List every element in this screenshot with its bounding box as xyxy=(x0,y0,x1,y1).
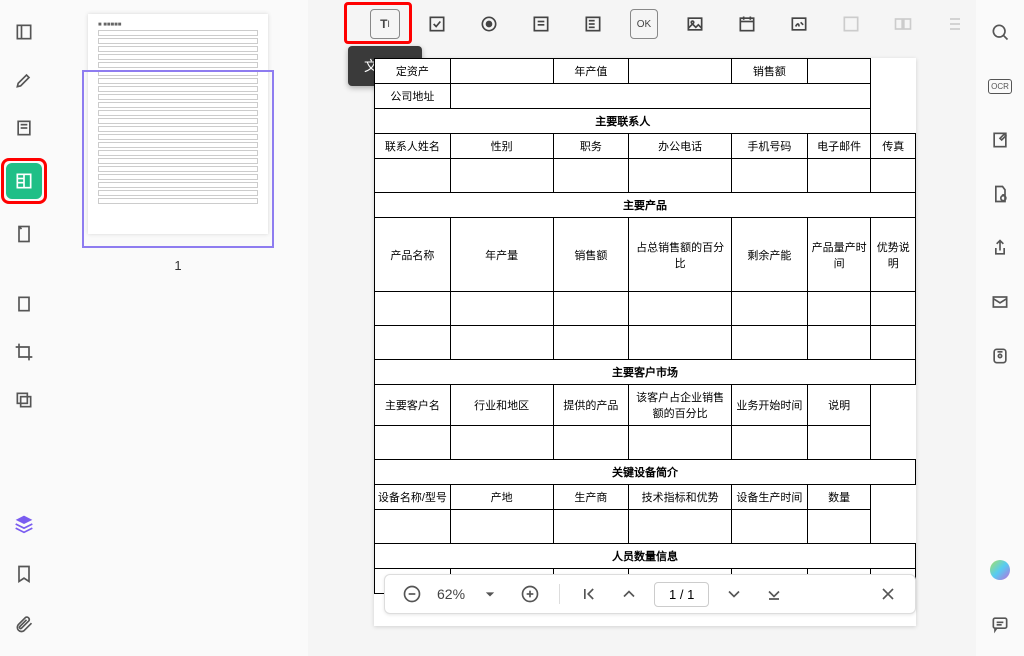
attachment-icon[interactable] xyxy=(6,606,42,642)
table-header: 设备名称/型号 xyxy=(375,485,451,510)
ocr-icon[interactable]: OCR xyxy=(982,68,1018,104)
table-header: 设备生产时间 xyxy=(732,485,808,510)
section-header: 关键设备简介 xyxy=(375,460,916,485)
zoom-in-button[interactable] xyxy=(515,579,545,609)
table-header: 手机号码 xyxy=(732,134,808,159)
table-header: 产地 xyxy=(450,485,553,510)
table-header: 电子邮件 xyxy=(807,134,871,159)
search-icon[interactable] xyxy=(982,14,1018,50)
table-header: 提供的产品 xyxy=(553,385,629,426)
page-icon[interactable] xyxy=(6,286,42,322)
next-page-button[interactable] xyxy=(719,579,749,609)
section-header: 主要产品 xyxy=(375,193,916,218)
table-header: 销售额 xyxy=(553,218,629,292)
comment-icon[interactable] xyxy=(982,606,1018,642)
table-header: 产品名称 xyxy=(375,218,451,292)
table-header: 行业和地区 xyxy=(450,385,553,426)
page-indicator[interactable]: 1 / 1 xyxy=(654,582,709,607)
section-header: 人员数量信息 xyxy=(375,544,916,569)
save-icon[interactable] xyxy=(982,338,1018,374)
doc-area: TI OK 文本域 定资产 年产值 销售额 公司地址 主要 xyxy=(308,0,976,656)
table-header: 剩余产能 xyxy=(732,218,808,292)
cell: 销售额 xyxy=(732,59,808,84)
cell: 定资产 xyxy=(375,59,451,84)
thumbnail-page-number: 1 xyxy=(62,258,294,273)
copy-icon[interactable] xyxy=(6,382,42,418)
disabled-tool-3 xyxy=(940,9,970,39)
bottom-bar: 62% 1 / 1 xyxy=(384,574,916,614)
table-header: 办公电话 xyxy=(629,134,732,159)
disabled-tool-1 xyxy=(836,9,866,39)
table-header: 该客户占企业销售额的百分比 xyxy=(629,385,732,426)
zoom-dropdown[interactable] xyxy=(475,579,505,609)
lock-icon[interactable] xyxy=(982,176,1018,212)
thumbnail-panel-icon[interactable] xyxy=(6,163,42,199)
share-icon[interactable] xyxy=(982,230,1018,266)
layers-icon[interactable] xyxy=(6,506,42,542)
image-tool[interactable] xyxy=(680,9,710,39)
table-header: 产品量产时间 xyxy=(807,218,871,292)
last-page-button[interactable] xyxy=(759,579,789,609)
table-header: 职务 xyxy=(553,134,629,159)
table-header: 性别 xyxy=(450,134,553,159)
zoom-level: 62% xyxy=(437,586,465,602)
zoom-out-button[interactable] xyxy=(397,579,427,609)
thumbnail-panel: ■ ■■■■■ 1 xyxy=(48,0,308,656)
highlighter-icon[interactable] xyxy=(6,62,42,98)
cell: 公司地址 xyxy=(375,84,451,109)
table-header: 传真 xyxy=(871,134,916,159)
table-header: 技术指标和优势 xyxy=(629,485,732,510)
apps-icon[interactable] xyxy=(982,552,1018,588)
table-header: 主要客户名 xyxy=(375,385,451,426)
disabled-tool-2 xyxy=(888,9,918,39)
left-sidebar xyxy=(0,0,48,656)
document-icon[interactable] xyxy=(6,216,42,252)
section-header: 主要联系人 xyxy=(375,109,871,134)
table-header: 说明 xyxy=(807,385,871,426)
date-tool[interactable] xyxy=(732,9,762,39)
active-tool-highlight xyxy=(1,158,47,204)
top-toolbar: TI OK xyxy=(308,0,976,48)
sidebar-view-icon[interactable] xyxy=(6,14,42,50)
table-header: 生产商 xyxy=(553,485,629,510)
table-header: 业务开始时间 xyxy=(732,385,808,426)
edit-icon[interactable] xyxy=(982,122,1018,158)
first-page-button[interactable] xyxy=(574,579,604,609)
crop-icon[interactable] xyxy=(6,334,42,370)
radio-tool[interactable] xyxy=(474,9,504,39)
page-canvas[interactable]: 定资产 年产值 销售额 公司地址 主要联系人 联系人姓名性别职务办公电话手机号码… xyxy=(374,58,916,626)
close-bar-button[interactable] xyxy=(873,579,903,609)
form-icon[interactable] xyxy=(6,110,42,146)
page-thumbnail[interactable]: ■ ■■■■■ xyxy=(88,14,268,234)
cell: 年产值 xyxy=(553,59,629,84)
bookmark-icon[interactable] xyxy=(6,556,42,592)
checkbox-tool[interactable] xyxy=(422,9,452,39)
table-header: 年产量 xyxy=(450,218,553,292)
dropdown-tool[interactable] xyxy=(578,9,608,39)
right-sidebar: OCR xyxy=(976,0,1024,656)
button-tool[interactable]: OK xyxy=(630,9,658,39)
table-header: 优势说明 xyxy=(871,218,916,292)
section-header: 主要客户市场 xyxy=(375,360,916,385)
text-field-tool[interactable]: TI xyxy=(370,9,400,39)
table-header: 数量 xyxy=(807,485,871,510)
table-header: 占总销售额的百分比 xyxy=(629,218,732,292)
list-tool[interactable] xyxy=(526,9,556,39)
table-header: 联系人姓名 xyxy=(375,134,451,159)
signature-tool[interactable] xyxy=(784,9,814,39)
mail-icon[interactable] xyxy=(982,284,1018,320)
prev-page-button[interactable] xyxy=(614,579,644,609)
